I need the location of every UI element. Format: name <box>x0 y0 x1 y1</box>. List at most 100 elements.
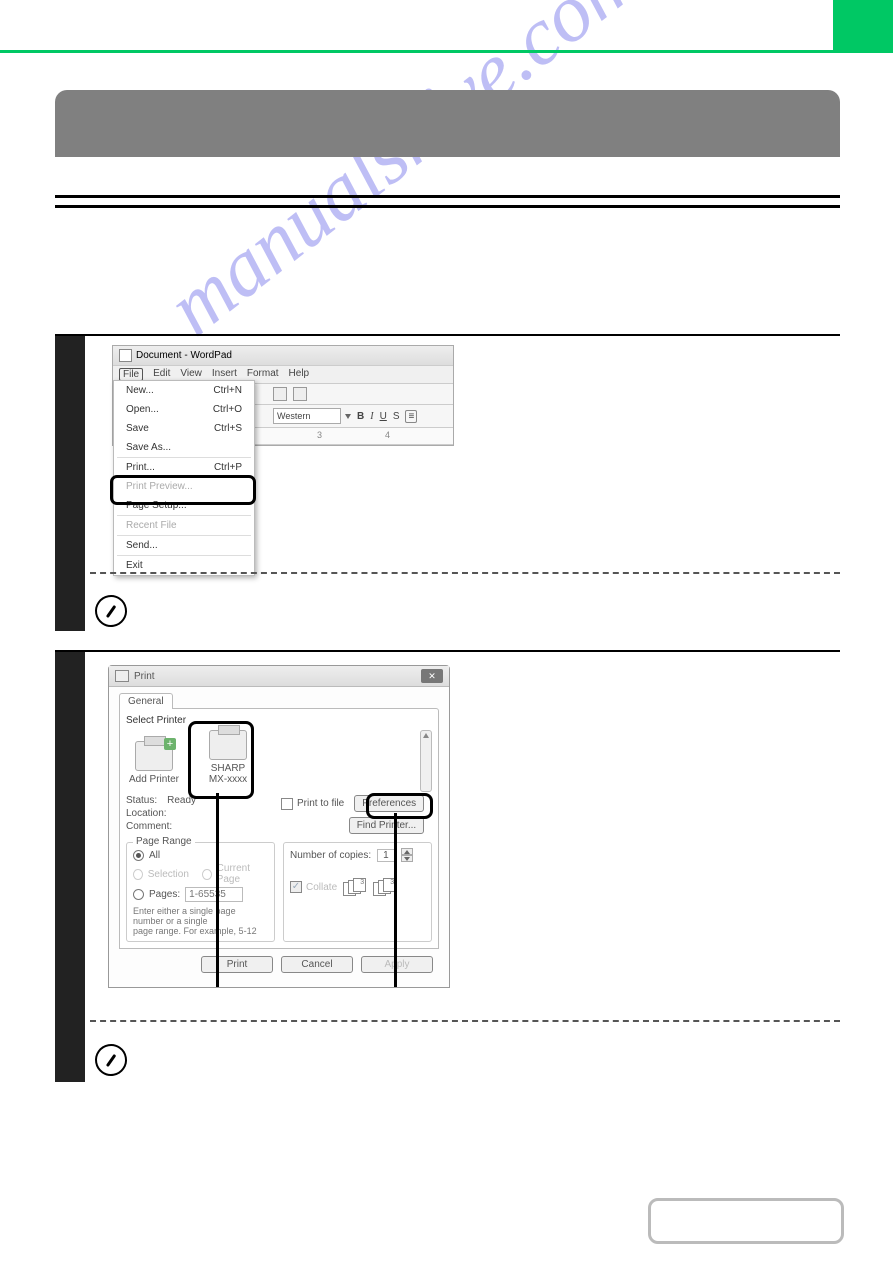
hint-line-2: page range. For example, 5-12 <box>133 926 257 936</box>
radio-icon[interactable] <box>133 850 144 861</box>
spinner-up-icon[interactable] <box>404 850 410 854</box>
sheet: 3 <box>353 878 366 892</box>
top-right-accent <box>833 0 893 50</box>
file-menu-new-label: New... <box>126 385 154 396</box>
page-range-selection-row: Selection Current Page <box>133 863 268 885</box>
step-2-number-bar <box>55 652 85 1082</box>
radio-icon <box>202 869 212 880</box>
printer-list: Add Printer SHARP MX-xxxx <box>126 730 432 785</box>
wordpad-encoding-select[interactable]: Western <box>273 408 341 424</box>
collate-checkbox[interactable]: ✓ <box>290 881 302 893</box>
step-1-number-bar <box>55 336 85 631</box>
copies-group: Number of copies: 1 ✓ Collate 1 <box>283 842 432 942</box>
apply-button[interactable]: Apply <box>361 956 433 973</box>
contents-button[interactable] <box>648 1198 844 1244</box>
paste-icon[interactable] <box>273 387 287 401</box>
wordpad-title-text: Document - WordPad <box>136 350 232 361</box>
section-underline-1 <box>55 195 840 198</box>
spinner-down-icon[interactable] <box>404 857 410 861</box>
print-to-file-label: Print to file <box>297 798 344 809</box>
select-printer-label: Select Printer <box>126 715 432 726</box>
wordpad-doc-icon <box>119 349 132 362</box>
tab-general[interactable]: General <box>119 693 173 709</box>
note-icon <box>92 1041 129 1078</box>
print-item-highlight <box>110 475 256 505</box>
collate-diagram-icon: 1 2 3 <box>343 878 367 896</box>
italic-icon[interactable]: I <box>370 411 373 422</box>
ruler-mark: 3 <box>317 430 322 440</box>
copies-spinner[interactable] <box>401 848 413 862</box>
callout-line-1 <box>216 793 219 987</box>
file-menu-print-shortcut: Ctrl+P <box>214 462 242 473</box>
sharp-printer-highlight <box>188 721 254 799</box>
location-label: Location: <box>126 808 167 819</box>
pages-label: Pages: <box>149 889 180 900</box>
step-2-top-rule <box>55 650 840 652</box>
strikethrough-icon[interactable]: S <box>393 411 400 422</box>
collate-label: Collate <box>306 882 337 893</box>
copies-value[interactable]: 1 <box>377 849 395 862</box>
ruler-mark: 4 <box>385 430 390 440</box>
wordpad-title-bar: Document - WordPad <box>113 346 453 366</box>
printer-icon <box>135 741 173 771</box>
step-2-dashed-separator <box>90 1020 840 1022</box>
print-button[interactable]: Print <box>201 956 273 973</box>
align-left-icon[interactable]: ≡ <box>405 410 417 423</box>
file-menu-recent-label: Recent File <box>126 520 177 531</box>
print-dialog-panel: Select Printer Add Printer SHARP MX-xxxx <box>119 708 439 949</box>
callout-line-2 <box>394 813 397 987</box>
page-range-all[interactable]: All <box>133 850 268 861</box>
section-title-banner <box>55 90 840 157</box>
top-green-line <box>0 50 893 53</box>
all-label: All <box>149 850 160 861</box>
note-icon <box>92 592 129 629</box>
add-printer-label: Add Printer <box>129 774 179 785</box>
file-menu-send[interactable]: Send... <box>114 536 254 555</box>
file-menu-new[interactable]: New... Ctrl+N <box>114 381 254 400</box>
pages-input[interactable] <box>185 887 243 902</box>
file-menu-send-label: Send... <box>126 540 158 551</box>
file-menu-save-as[interactable]: Save As... <box>114 438 254 457</box>
file-menu-save[interactable]: Save Ctrl+S <box>114 419 254 438</box>
file-menu-print-label: Print... <box>126 462 155 473</box>
close-icon[interactable]: ✕ <box>421 669 443 683</box>
status-info: Status: Ready Location: Comment: <box>126 795 281 834</box>
current-page-label: Current Page <box>217 863 268 885</box>
wordpad-window: Document - WordPad File Edit View Insert… <box>112 345 454 446</box>
dropdown-arrow-icon[interactable] <box>345 414 351 419</box>
page-range-pages[interactable]: Pages: <box>133 887 268 902</box>
status-label: Status: <box>126 795 157 806</box>
page-range-hint: Enter either a single page number or a s… <box>133 906 268 936</box>
hint-line-1: Enter either a single page number or a s… <box>133 906 236 926</box>
comment-label: Comment: <box>126 821 172 832</box>
page-range-title: Page Range <box>133 836 195 847</box>
radio-icon[interactable] <box>133 889 144 900</box>
file-menu-open-shortcut: Ctrl+O <box>213 404 242 415</box>
scrollbar[interactable] <box>420 730 432 792</box>
file-menu-exit-label: Exit <box>126 560 143 571</box>
bold-icon[interactable]: B <box>357 411 364 422</box>
printer-small-icon <box>115 670 129 682</box>
file-menu-new-shortcut: Ctrl+N <box>213 385 242 396</box>
print-dialog-actions: Print Cancel Apply <box>119 949 439 981</box>
file-menu-open-label: Open... <box>126 404 159 415</box>
step-1-dashed-separator <box>90 572 840 574</box>
file-menu-open[interactable]: Open... Ctrl+O <box>114 400 254 419</box>
clipboard-icon[interactable] <box>293 387 307 401</box>
checkbox-icon[interactable] <box>281 798 293 810</box>
cancel-button[interactable]: Cancel <box>281 956 353 973</box>
file-menu-save-label: Save <box>126 423 149 434</box>
find-printer-button[interactable]: Find Printer... <box>349 817 424 834</box>
add-printer-item[interactable]: Add Printer <box>126 741 182 785</box>
scroll-up-icon[interactable] <box>423 733 429 738</box>
file-menu-recent[interactable]: Recent File <box>114 516 254 535</box>
print-dialog-title: Print <box>134 671 155 682</box>
section-underline-2 <box>55 205 840 208</box>
underline-icon[interactable]: U <box>380 411 387 422</box>
wordpad-menu-help[interactable]: Help <box>289 368 310 381</box>
file-menu-save-as-label: Save As... <box>126 442 171 453</box>
preferences-highlight <box>366 793 433 819</box>
print-dialog-title-bar: Print ✕ <box>109 666 449 687</box>
watermark-text: manualshive.com <box>150 0 658 354</box>
copies-label: Number of copies: <box>290 850 371 861</box>
